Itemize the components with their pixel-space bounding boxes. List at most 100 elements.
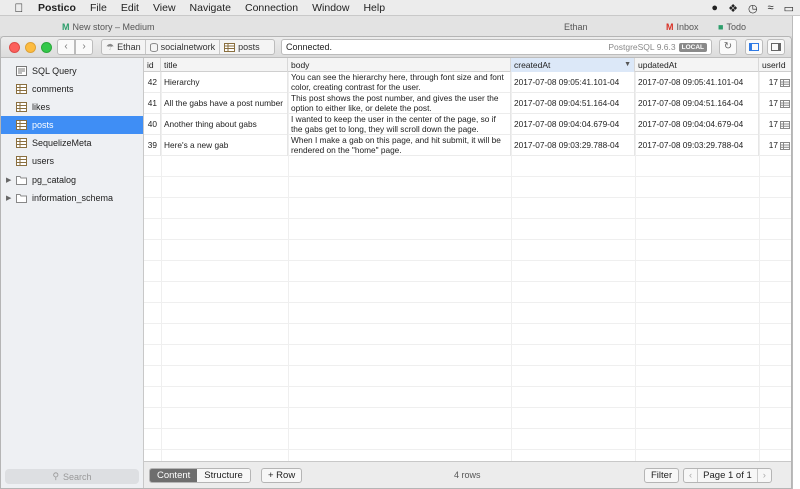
sidebar-left-icon: [749, 43, 759, 51]
menu-app-name[interactable]: Postico: [38, 2, 76, 14]
background-tab-todo[interactable]: ■ Todo: [718, 19, 746, 35]
foreign-key-table-icon[interactable]: [780, 99, 790, 108]
empty-grid-row: [144, 345, 791, 366]
cell-updatedat[interactable]: 2017-07-08 09:04:04.679-04: [635, 114, 759, 135]
cell-id[interactable]: 39: [144, 135, 161, 156]
cell-createdat[interactable]: 2017-07-08 09:04:04.679-04: [511, 114, 635, 135]
column-header-id[interactable]: id: [144, 58, 161, 72]
sidebar-item-comments[interactable]: comments: [1, 80, 143, 98]
cell-title[interactable]: Another thing about gabs: [161, 114, 288, 135]
cell-createdat[interactable]: 2017-07-08 09:03:29.788-04: [511, 135, 635, 156]
menu-view[interactable]: View: [153, 2, 176, 14]
column-header-body[interactable]: body: [288, 58, 511, 72]
tab-structure[interactable]: Structure: [197, 469, 250, 482]
sidebar-item-pg-catalog[interactable]: ▶ pg_catalog: [1, 171, 143, 189]
next-page-button[interactable]: ›: [756, 469, 771, 482]
menu-navigate[interactable]: Navigate: [190, 2, 231, 14]
column-header-createdat[interactable]: createdAt ▼: [511, 58, 635, 72]
sidebar-item-users[interactable]: users: [1, 152, 143, 170]
cell-body[interactable]: When I make a gab on this page, and hit …: [288, 135, 511, 156]
cell-userid[interactable]: 17: [759, 114, 791, 135]
battery-icon[interactable]: ▭: [784, 2, 794, 15]
sidebar-item-likes[interactable]: likes: [1, 98, 143, 116]
empty-grid-row: [144, 366, 791, 387]
refresh-button[interactable]: ↻: [719, 39, 737, 55]
sidebar-item-sequelizemeta[interactable]: SequelizeMeta: [1, 134, 143, 152]
sidebar-item-information-schema[interactable]: ▶ information_schema: [1, 189, 143, 207]
background-tab-medium[interactable]: M New story – Medium: [62, 19, 155, 35]
column-divider: [511, 72, 512, 488]
breadcrumb-server[interactable]: ☂ Ethan: [102, 40, 146, 54]
tab-content[interactable]: Content: [150, 469, 198, 482]
cell-title[interactable]: All the gabs have a post number: [161, 93, 288, 114]
column-header-title[interactable]: title: [161, 58, 288, 72]
disclosure-triangle-icon[interactable]: ▶: [6, 194, 14, 202]
empty-grid-row: [144, 408, 791, 429]
background-profile-user[interactable]: Ethan: [564, 19, 588, 35]
background-tab-inbox[interactable]: M Inbox: [666, 19, 699, 35]
postico-window: ‹ › ☂ Ethan socialnetwork posts Connecte…: [0, 36, 792, 489]
foreign-key-table-icon[interactable]: [780, 141, 790, 150]
zoom-window-button[interactable]: [41, 42, 52, 53]
table-row[interactable]: 42 Hierarchy You can see the hierarchy h…: [144, 72, 791, 93]
empty-grid-row: [144, 219, 791, 240]
column-header-userid[interactable]: userId: [759, 58, 791, 72]
column-divider: [288, 72, 289, 488]
menu-window[interactable]: Window: [312, 2, 349, 14]
search-icon: ⚲: [52, 471, 60, 481]
empty-grid-row: [144, 387, 791, 408]
table-icon: [16, 84, 27, 94]
sidebar-item-posts[interactable]: posts: [1, 116, 143, 134]
cell-updatedat[interactable]: 2017-07-08 09:03:29.788-04: [635, 135, 759, 156]
forward-button[interactable]: ›: [75, 39, 93, 55]
sort-descending-icon: ▼: [624, 61, 631, 68]
filter-button[interactable]: Filter: [644, 468, 680, 483]
menu-file[interactable]: File: [90, 2, 107, 14]
cell-body[interactable]: I wanted to keep the user in the center …: [288, 114, 511, 135]
cell-title[interactable]: Here's a new gab: [161, 135, 288, 156]
table-icon: [16, 138, 27, 148]
sidebar-item-sql-query[interactable]: SQL Query: [1, 62, 143, 80]
previous-page-button[interactable]: ‹: [684, 469, 699, 482]
breadcrumb-table[interactable]: posts: [220, 40, 264, 54]
table-row[interactable]: 39 Here's a new gab When I make a gab on…: [144, 135, 791, 156]
table-row[interactable]: 41 All the gabs have a post number This …: [144, 93, 791, 114]
menu-help[interactable]: Help: [363, 2, 385, 14]
wifi-icon[interactable]: ≈: [768, 2, 774, 14]
toggle-sidebar-button[interactable]: [745, 39, 763, 55]
cell-id[interactable]: 40: [144, 114, 161, 135]
time-machine-icon[interactable]: ◷: [748, 2, 758, 15]
column-header-updatedat[interactable]: updatedAt: [635, 58, 759, 72]
row-count: 4 rows: [454, 470, 481, 480]
cell-updatedat[interactable]: 2017-07-08 09:04:51.164-04: [635, 93, 759, 114]
add-row-button[interactable]: + Row: [261, 468, 303, 483]
cell-userid[interactable]: 17: [759, 72, 791, 93]
close-window-button[interactable]: [9, 42, 20, 53]
foreign-key-table-icon[interactable]: [780, 120, 790, 129]
cell-id[interactable]: 42: [144, 72, 161, 93]
empty-grid-row: [144, 282, 791, 303]
cell-userid[interactable]: 17: [759, 93, 791, 114]
menu-edit[interactable]: Edit: [121, 2, 139, 14]
speech-bubble-icon[interactable]: ●: [711, 2, 718, 14]
back-button[interactable]: ‹: [57, 39, 75, 55]
sidebar-search-input[interactable]: ⚲ Search: [5, 469, 139, 484]
cell-createdat[interactable]: 2017-07-08 09:05:41.101-04: [511, 72, 635, 93]
dropbox-icon[interactable]: ❖: [728, 2, 738, 15]
menu-connection[interactable]: Connection: [245, 2, 298, 14]
cell-createdat[interactable]: 2017-07-08 09:04:51.164-04: [511, 93, 635, 114]
toggle-inspector-button[interactable]: [767, 39, 785, 55]
cell-body[interactable]: This post shows the post number, and giv…: [288, 93, 511, 114]
breadcrumb-database[interactable]: socialnetwork: [146, 40, 221, 54]
disclosure-triangle-icon[interactable]: ▶: [6, 176, 14, 184]
chevron-right-icon: ›: [82, 41, 86, 52]
cell-body[interactable]: You can see the hierarchy here, through …: [288, 72, 511, 93]
apple-icon[interactable]: : [12, 1, 26, 15]
table-row[interactable]: 40 Another thing about gabs I wanted to …: [144, 114, 791, 135]
cell-updatedat[interactable]: 2017-07-08 09:05:41.101-04: [635, 72, 759, 93]
cell-userid[interactable]: 17: [759, 135, 791, 156]
cell-id[interactable]: 41: [144, 93, 161, 114]
cell-title[interactable]: Hierarchy: [161, 72, 288, 93]
minimize-window-button[interactable]: [25, 42, 36, 53]
foreign-key-table-icon[interactable]: [780, 78, 790, 87]
